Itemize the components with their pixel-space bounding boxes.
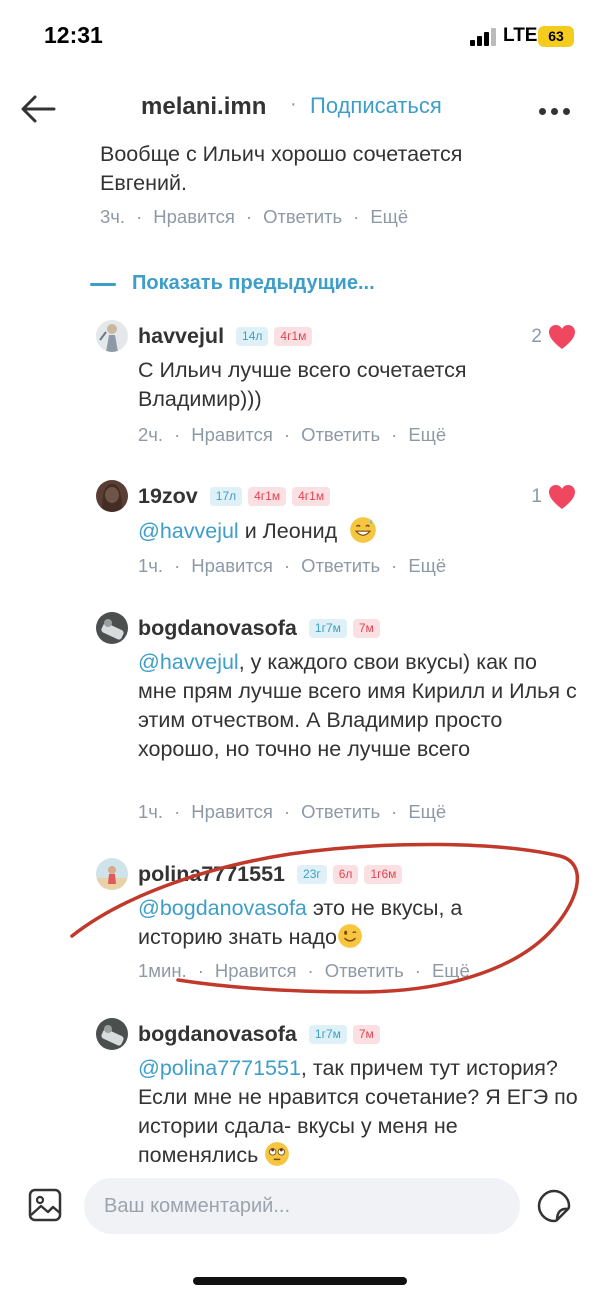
child-age-badge: 6л xyxy=(332,864,359,884)
comment-body: С Ильич лучше всего сочетается Владимир)… xyxy=(138,356,578,414)
child-age-badge: 7м xyxy=(352,618,380,638)
comment-username[interactable]: bogdanovasofa xyxy=(138,1022,297,1047)
image-attach-icon[interactable] xyxy=(28,1188,62,1222)
age-badge: 1г7м xyxy=(308,1024,347,1044)
back-arrow-icon[interactable] xyxy=(20,94,56,124)
heart-icon[interactable] xyxy=(548,484,576,510)
comment-username[interactable]: havvejul xyxy=(138,324,224,349)
avatar[interactable] xyxy=(96,1018,128,1050)
like-button[interactable]: Нравится xyxy=(215,960,297,981)
like-count[interactable]: 1 xyxy=(531,484,576,510)
comment-body: @havvejul и Леонид xyxy=(138,516,578,546)
status-time: 12:31 xyxy=(44,22,103,48)
mention-link[interactable]: @havvejul xyxy=(138,650,239,674)
age-badge: 23г xyxy=(297,864,327,884)
age-badge: 17л xyxy=(209,486,243,506)
like-button[interactable]: Нравится xyxy=(191,424,273,445)
comment-body: @polina7771551, так причем тут история? … xyxy=(138,1054,578,1170)
comment-text: С Ильич лучше всего сочетается Владимир)… xyxy=(138,358,467,411)
comment-meta: 3ч. · Нравится · Ответить · Ещё xyxy=(100,206,409,227)
comment-meta: 1мин. · Нравится · Ответить · Ещё xyxy=(138,960,470,981)
sticker-icon[interactable] xyxy=(536,1188,572,1224)
like-button[interactable]: Нравится xyxy=(191,555,273,576)
comment-username[interactable]: polina7771551 xyxy=(138,862,285,887)
child-age-badge: 4г1м xyxy=(274,326,313,346)
reply-button[interactable]: Ответить xyxy=(325,960,404,981)
show-previous-label: Показать предыдущие... xyxy=(132,272,375,294)
reply-button[interactable]: Ответить xyxy=(301,555,380,576)
more-button[interactable]: Ещё xyxy=(370,206,408,227)
signal-icon xyxy=(470,28,496,46)
child-age-badge: 1г6м xyxy=(364,864,403,884)
more-button[interactable]: Ещё xyxy=(432,960,470,981)
comment-header: bogdanovasofa 1г7м 7м xyxy=(138,612,380,644)
comment-time: 3ч. xyxy=(100,206,126,227)
comment-text: и Леонид xyxy=(238,519,338,543)
comment-header: bogdanovasofa 1г7м 7м xyxy=(138,1018,380,1050)
grinning-sweat-emoji xyxy=(350,517,376,543)
home-indicator xyxy=(193,1277,407,1285)
more-button[interactable]: Ещё xyxy=(408,555,446,576)
child-age-badge: 7м xyxy=(352,1024,380,1044)
comment-body: @bogdanovasofa это не вкусы, а историю з… xyxy=(138,894,498,952)
comment-meta: 1ч. · Нравится · Ответить · Ещё xyxy=(138,801,447,822)
comment-time: 1ч. xyxy=(138,555,164,576)
header-separator: · xyxy=(290,93,297,115)
status-bar: 12:31 LTE 63 xyxy=(0,0,600,72)
dash-icon xyxy=(90,283,116,286)
comment-username[interactable]: 19zov xyxy=(138,484,198,509)
eye-roll-emoji xyxy=(265,1142,290,1166)
like-count-value: 1 xyxy=(531,486,542,507)
mention-link[interactable]: @bogdanovasofa xyxy=(138,896,307,920)
comment-time: 2ч. xyxy=(138,424,164,445)
comment-input[interactable] xyxy=(84,1178,520,1234)
comment-body: @havvejul, у каждого свои вкусы) как по … xyxy=(138,648,578,764)
comment-time: 1мин. xyxy=(138,960,187,981)
comment-meta: 1ч. · Нравится · Ответить · Ещё xyxy=(138,555,447,576)
comment-header: havvejul 14л 4г1м xyxy=(138,320,313,352)
comment-composer xyxy=(0,1170,600,1250)
comment-text: Вообще с Ильич хорошо сочетается Евгений… xyxy=(100,142,463,195)
subscribe-button[interactable]: Подписаться xyxy=(310,93,442,119)
mention-link[interactable]: @polina7771551 xyxy=(138,1056,301,1080)
avatar[interactable] xyxy=(96,320,128,352)
like-count[interactable]: 2 xyxy=(531,324,576,350)
like-button[interactable]: Нравится xyxy=(153,206,235,227)
mention-link[interactable]: @havvejul xyxy=(138,519,239,543)
reply-button[interactable]: Ответить xyxy=(301,801,380,822)
author-username[interactable]: melani.imn xyxy=(141,93,266,121)
more-button[interactable]: Ещё xyxy=(408,801,446,822)
like-count-value: 2 xyxy=(531,326,542,347)
comment-header: 19zov 17л 4г1м 4г1м xyxy=(138,480,331,512)
avatar[interactable] xyxy=(96,612,128,644)
comment-time: 1ч. xyxy=(138,801,164,822)
reply-button[interactable]: Ответить xyxy=(263,206,342,227)
comment-header: polina7771551 23г 6л 1г6м xyxy=(138,858,403,890)
child-age-badge: 4г1м xyxy=(248,486,287,506)
age-badge: 14л xyxy=(236,326,269,346)
child-age-badge: 4г1м xyxy=(292,486,331,506)
winking-emoji xyxy=(338,924,362,948)
heart-icon[interactable] xyxy=(548,324,576,350)
post-header: melani.imn · Подписаться xyxy=(0,80,600,138)
comment-username[interactable]: bogdanovasofa xyxy=(138,616,297,641)
avatar[interactable] xyxy=(96,858,128,890)
age-badge: 1г7м xyxy=(308,618,347,638)
more-button[interactable]: Ещё xyxy=(408,424,446,445)
like-button[interactable]: Нравится xyxy=(191,801,273,822)
reply-button[interactable]: Ответить xyxy=(301,424,380,445)
battery-icon: 63 xyxy=(538,26,574,47)
avatar[interactable] xyxy=(96,480,128,512)
comment-meta: 2ч. · Нравится · Ответить · Ещё xyxy=(138,424,447,445)
more-options-icon[interactable] xyxy=(539,102,577,115)
network-label: LTE xyxy=(503,25,538,46)
